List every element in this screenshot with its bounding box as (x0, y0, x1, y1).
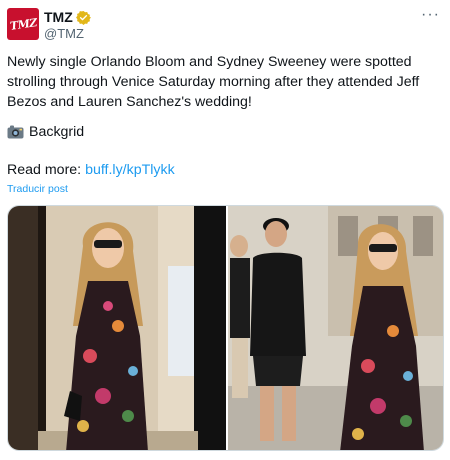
translate-post-link[interactable]: Traducir post (7, 183, 68, 195)
couple-walking-street-photo (228, 206, 443, 450)
author-display-name[interactable]: TMZ (44, 9, 73, 25)
camera-flash-icon (7, 125, 24, 139)
credit-text: Backgrid (29, 124, 85, 140)
author-name-row: TMZ (44, 9, 91, 25)
tweet-text: Newly single Orlando Bloom and Sydney Sw… (7, 54, 420, 110)
photo-credit: Backgrid (7, 124, 84, 140)
media-grid (7, 205, 444, 451)
read-more-label: Read more: (7, 162, 82, 178)
verified-badge-icon[interactable] (75, 10, 91, 25)
woman-in-floral-dress-photo (8, 206, 226, 450)
photo-left[interactable] (8, 206, 226, 450)
read-more-link[interactable]: buff.ly/kpTlykk (85, 162, 175, 178)
photo-right[interactable] (228, 206, 443, 450)
avatar[interactable]: TMZ (7, 8, 39, 40)
tmz-logo: TMZ (8, 15, 38, 33)
author-handle[interactable]: @TMZ (44, 26, 84, 41)
tweet-post: TMZ TMZ @TMZ ··· Newly single Orlando Bl… (0, 0, 450, 460)
more-options-icon[interactable]: ··· (421, 6, 440, 24)
read-more-line: Read more: buff.ly/kpTlykk (7, 162, 175, 178)
